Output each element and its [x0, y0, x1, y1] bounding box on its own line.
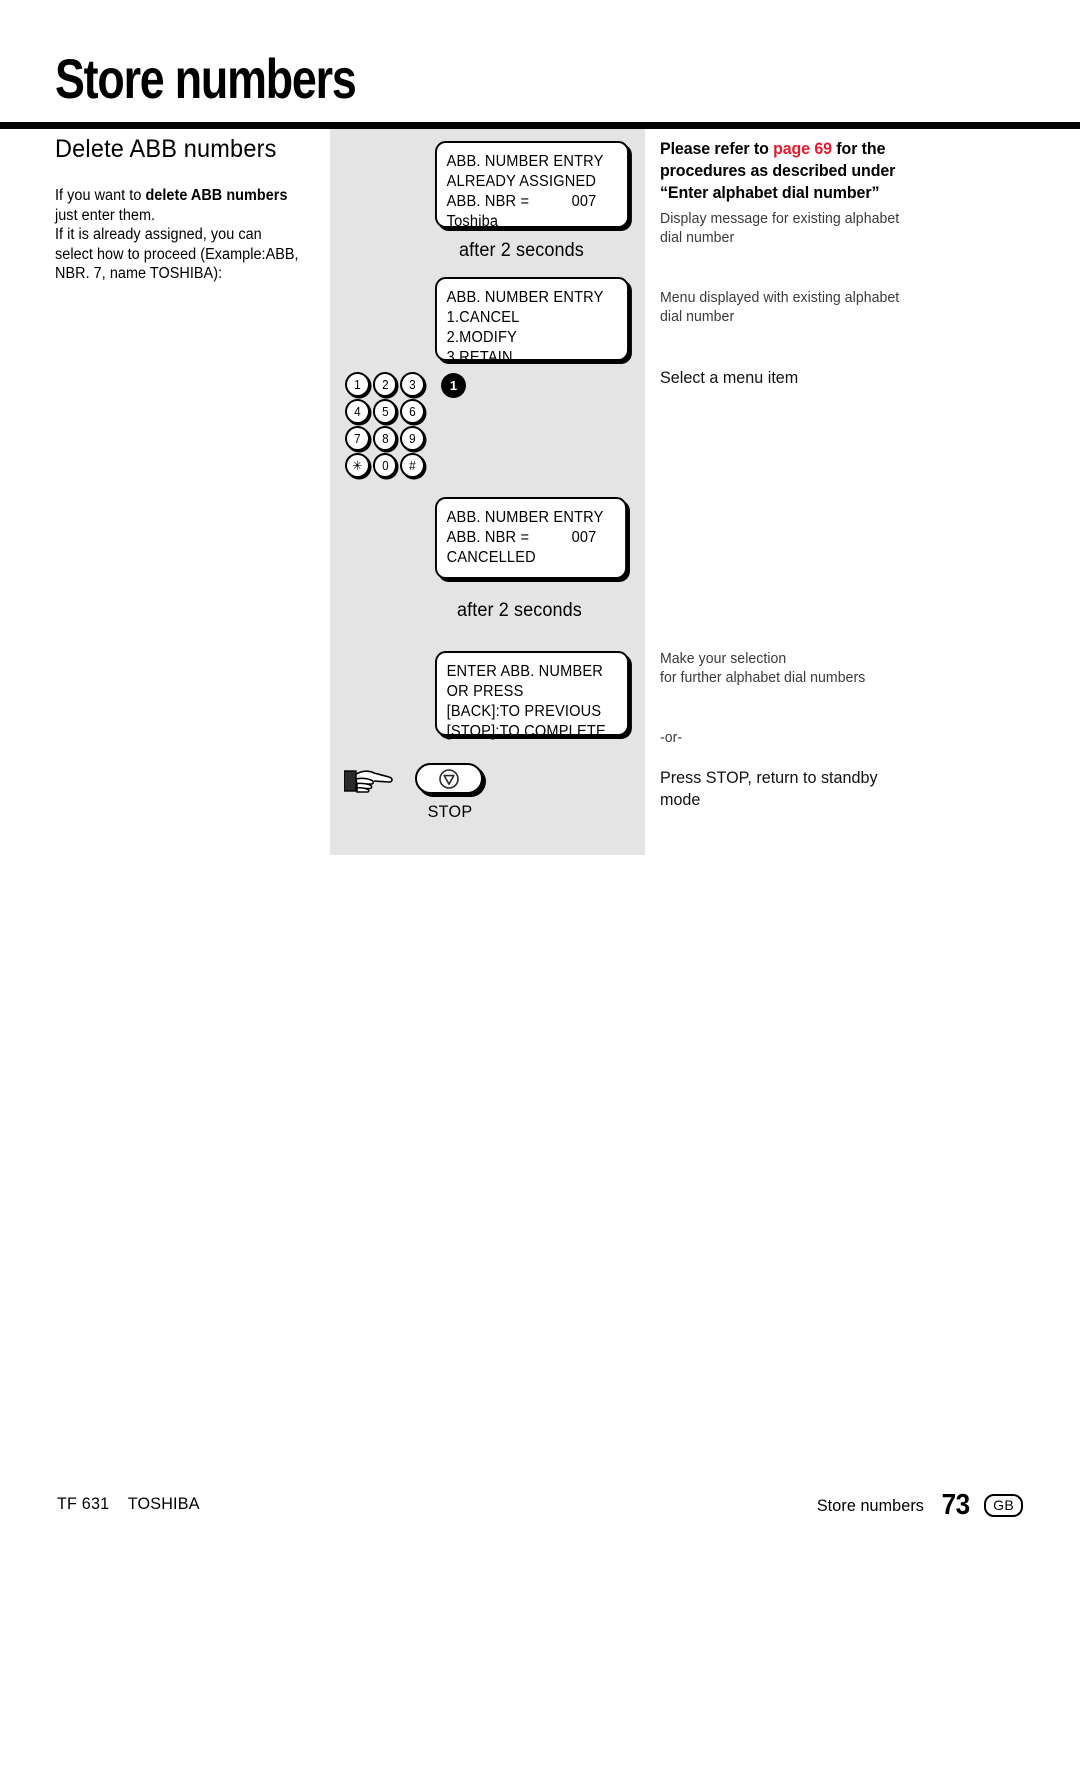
keypad-row: 4 5 6	[345, 399, 426, 424]
key-label: 7	[354, 431, 361, 446]
instruction-select-menu-item: Select a menu item	[660, 368, 799, 387]
note-menu-displayed: Menu displayed with existing alphabet di…	[660, 289, 900, 325]
note-make-selection: Make your selection for further alphabet…	[660, 649, 916, 687]
lcd-line: ALREADY ASSIGNED	[446, 173, 597, 190]
lcd-line: Toshiba	[446, 213, 499, 230]
key-label: 0	[381, 458, 389, 473]
lcd-line: CANCELLED	[446, 549, 536, 566]
left-column: Delete ABB numbers If you want to delete…	[55, 134, 317, 284]
footer-model: TF 631 TOSHIBA	[57, 1494, 200, 1513]
stop-button[interactable]	[415, 763, 483, 794]
key-label: 4	[354, 404, 361, 419]
key-label: 5	[381, 404, 389, 419]
lcd-menu-item-retain: 3.RETAIN	[446, 349, 513, 366]
key-8[interactable]: 8	[372, 426, 398, 451]
after-2-seconds-label-1: after 2 seconds	[459, 240, 584, 261]
procedure-panel	[330, 129, 645, 855]
step-marker-1: 1	[441, 373, 466, 398]
lcd-line: ABB. NUMBER ENTRY	[446, 289, 604, 306]
key-label: 6	[409, 404, 416, 419]
refer-pre: Please refer to	[660, 139, 774, 158]
lcd-line: ABB. NBR = 007	[446, 193, 597, 210]
region-badge: GB	[984, 1494, 1023, 1517]
key-label: #	[409, 458, 416, 473]
key-label: 9	[409, 431, 416, 446]
key-4[interactable]: 4	[345, 399, 370, 424]
lcd-line: ABB. NUMBER ENTRY	[446, 509, 604, 526]
note-display-message: Display message for existing alphabet di…	[660, 210, 900, 246]
section-heading: Delete ABB numbers	[55, 135, 277, 163]
footer-right-group: Store numbers 73 GB	[814, 1489, 1023, 1522]
lcd-display-cancelled: ABB. NUMBER ENTRY ABB. NBR = 007 CANCELL…	[435, 497, 628, 579]
make-selection-line-1: Make your selection	[660, 650, 787, 667]
lcd-line: ENTER ABB. NUMBER	[446, 663, 604, 680]
key-label: 3	[409, 377, 416, 392]
lcd-line: ABB. NUMBER ENTRY	[446, 153, 604, 170]
stop-button-group[interactable]: STOP	[415, 763, 485, 822]
keypad-row: 7 8 9	[345, 426, 426, 451]
key-6[interactable]: 6	[400, 399, 426, 424]
paragraph-1: If you want to delete ABB numbers just e…	[55, 186, 299, 225]
lcd-display-menu-select: ABB. NUMBER ENTRY 1.CANCEL 2.MODIFY 3.RE…	[435, 277, 629, 366]
lcd-line: ABB. NBR = 007	[446, 529, 597, 546]
para1-pre: If you want to	[55, 187, 146, 204]
numeric-keypad[interactable]: 1 2 3 4 5 6 7 8 9 ✳ 0 #	[345, 372, 426, 480]
lcd-display-already-assigned: ABB. NUMBER ENTRY ALREADY ASSIGNED ABB. …	[435, 141, 629, 230]
footer-page-number: 73	[941, 1489, 970, 1521]
key-label: 1	[354, 377, 361, 392]
lcd-line: OR PRESS	[446, 683, 524, 700]
key-1[interactable]: 1	[345, 372, 370, 397]
lcd-line-stop: [STOP]:TO COMPLETE	[446, 723, 606, 740]
lcd-menu-item-cancel: 1.CANCEL	[446, 309, 520, 326]
page-title: Store numbers	[55, 47, 357, 110]
key-label: ✳	[352, 458, 363, 473]
footer-section-label: Store numbers	[816, 1495, 925, 1515]
after-2-seconds-label-2: after 2 seconds	[457, 600, 582, 621]
key-0[interactable]: 0	[372, 453, 398, 478]
para1-emphasis: delete ABB numbers	[145, 187, 288, 204]
keypad-row: 1 2 3	[345, 372, 426, 397]
left-body: If you want to delete ABB numbers just e…	[55, 186, 299, 284]
paragraph-2: If it is already assigned, you can selec…	[55, 226, 299, 282]
key-label: 2	[381, 377, 389, 392]
stop-button-label: STOP	[427, 802, 473, 821]
key-9[interactable]: 9	[400, 426, 426, 451]
keypad-row: ✳ 0 #	[345, 453, 426, 478]
make-selection-line-2: for further alphabet dial numbers	[660, 669, 866, 686]
page-69-link[interactable]: page 69	[773, 139, 832, 158]
lcd-display-enter-abb-number: ENTER ABB. NUMBER OR PRESS [BACK]:TO PRE…	[435, 651, 629, 740]
key-asterisk[interactable]: ✳	[345, 453, 370, 478]
stop-triangle-icon	[439, 768, 459, 789]
key-3[interactable]: 3	[400, 372, 426, 397]
key-hash[interactable]: #	[400, 453, 426, 478]
key-label: 8	[381, 431, 389, 446]
key-7[interactable]: 7	[345, 426, 370, 451]
lcd-line-back: [BACK]:TO PREVIOUS	[446, 703, 602, 720]
or-separator: -or-	[660, 729, 683, 746]
right-column: Please refer to page 69 for the procedur…	[660, 138, 932, 204]
pointing-hand-icon	[343, 765, 396, 797]
title-rule-divider	[0, 122, 1080, 129]
refer-note: Please refer to page 69 for the procedur…	[660, 138, 916, 204]
key-2[interactable]: 2	[372, 372, 398, 397]
para1-post: just enter them.	[55, 206, 156, 224]
instruction-press-stop: Press STOP, return to standby mode	[660, 768, 878, 809]
key-5[interactable]: 5	[372, 399, 398, 424]
lcd-menu-item-modify: 2.MODIFY	[446, 329, 518, 346]
